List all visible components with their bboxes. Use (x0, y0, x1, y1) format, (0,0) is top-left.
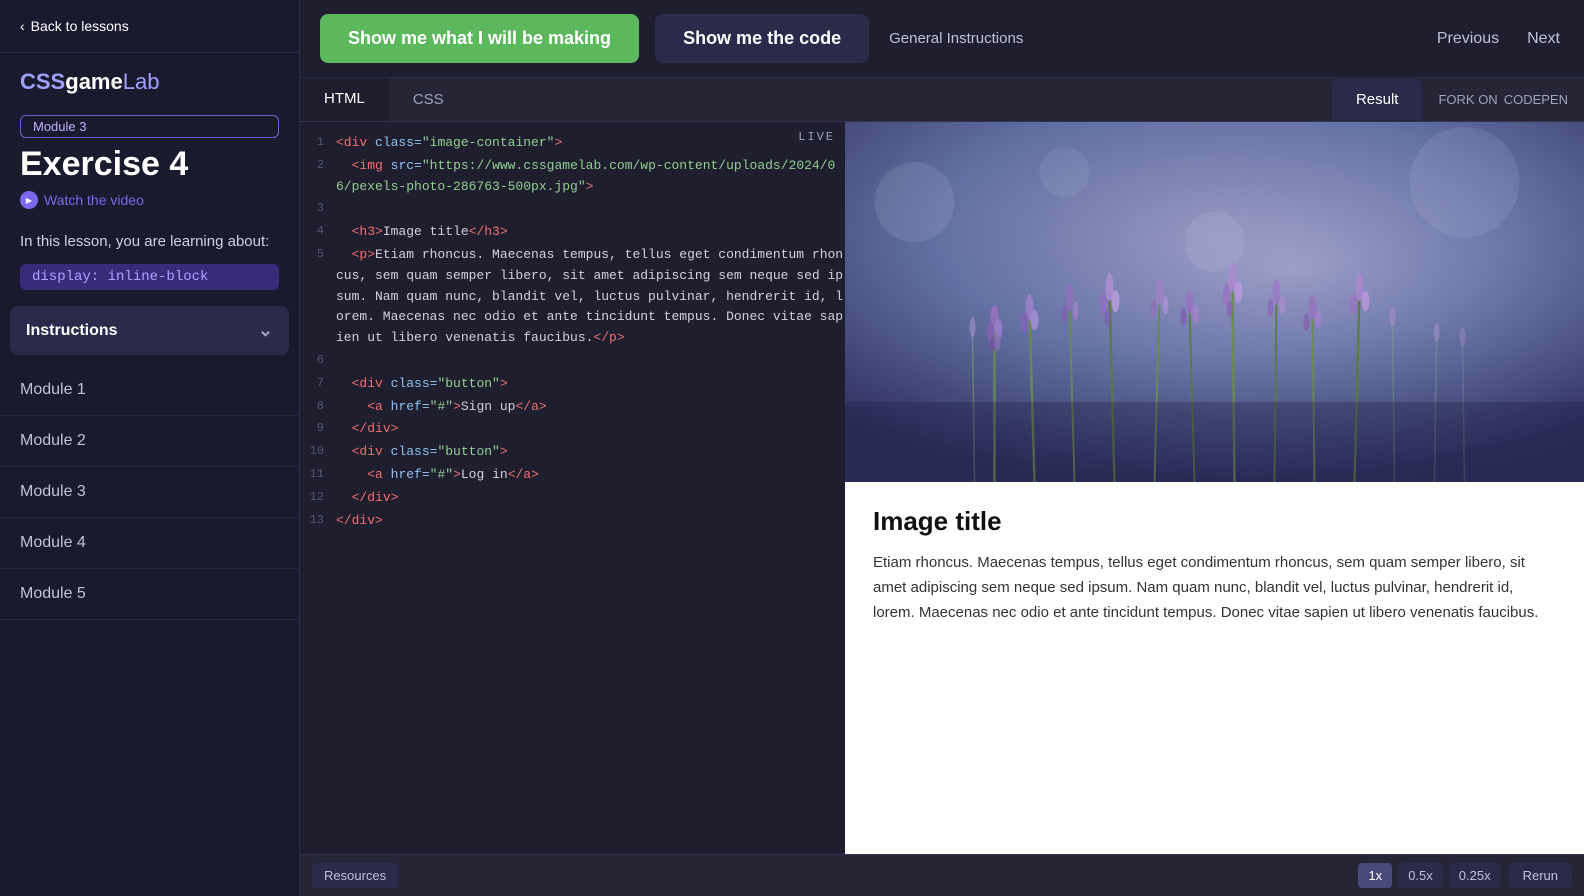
code-panel: LIVE 1 <div class="image-container"> 2 <… (300, 122, 845, 854)
main-content: Show me what I will be making Show me th… (300, 0, 1584, 896)
resources-button[interactable]: Resources (312, 863, 398, 888)
code-line-11: 11 <a href="#">Log in</a> (300, 464, 845, 487)
prev-next-nav: Previous Next (1433, 22, 1564, 56)
sidebar-item-module-2[interactable]: Module 2 (0, 416, 299, 467)
codepen-label: CODEPEN (1504, 92, 1568, 107)
code-line-6: 6 (300, 350, 845, 373)
logo-css: CSS (20, 69, 65, 94)
sidebar-item-module-4[interactable]: Module 4 (0, 518, 299, 569)
code-line-12: 12 </div> (300, 487, 845, 510)
bottom-bar: Resources 1x 0.5x 0.25x Rerun (300, 854, 1584, 896)
chevron-down-icon: ⌄ (258, 320, 273, 341)
panels-container: LIVE 1 <div class="image-container"> 2 <… (300, 122, 1584, 854)
zoom-05x-button[interactable]: 0.5x (1398, 863, 1443, 888)
zoom-025x-button[interactable]: 0.25x (1449, 863, 1501, 888)
code-line-9: 9 </div> (300, 418, 845, 441)
play-icon: ▶ (20, 191, 38, 209)
topic-badge: display: inline-block (20, 264, 279, 290)
preview-panel: Image title Etiam rhoncus. Maecenas temp… (845, 122, 1584, 854)
code-line-13: 13 </div> (300, 510, 845, 533)
general-instructions-button[interactable]: General Instructions (885, 22, 1027, 55)
tab-result[interactable]: Result (1332, 79, 1423, 120)
code-line-2: 2 <img src="https://www.cssgamelab.com/w… (300, 155, 845, 199)
preview-content: Image title Etiam rhoncus. Maecenas temp… (845, 482, 1584, 649)
preview-scroll: Image title Etiam rhoncus. Maecenas temp… (845, 122, 1584, 854)
sidebar-item-module-3[interactable]: Module 3 (0, 467, 299, 518)
code-line-8: 8 <a href="#">Sign up</a> (300, 396, 845, 419)
zoom-1x-button[interactable]: 1x (1358, 863, 1392, 888)
instructions-label: Instructions (26, 322, 118, 340)
next-button[interactable]: Next (1523, 22, 1564, 56)
back-to-lessons-link[interactable]: ‹ Back to lessons (0, 0, 299, 53)
tab-css[interactable]: CSS (389, 79, 468, 120)
watch-video-label: Watch the video (44, 192, 144, 208)
rerun-button[interactable]: Rerun (1509, 863, 1572, 888)
preview-title: Image title (873, 506, 1556, 537)
zoom-controls: 1x 0.5x 0.25x (1358, 863, 1500, 888)
code-line-10: 10 <div class="button"> (300, 441, 845, 464)
lavender-svg (845, 122, 1584, 482)
show-code-button[interactable]: Show me the code (655, 14, 869, 63)
code-line-3: 3 (300, 198, 845, 221)
preview-body: Etiam rhoncus. Maecenas tempus, tellus e… (873, 551, 1556, 625)
previous-button[interactable]: Previous (1433, 22, 1503, 56)
exercise-title: Exercise 4 (0, 146, 299, 191)
logo: CSSgameLab (20, 69, 279, 95)
fork-codepen[interactable]: FORK ON CODEPEN (1422, 92, 1584, 107)
sidebar-item-module-1[interactable]: Module 1 (0, 365, 299, 416)
module-list: Module 1 Module 2 Module 3 Module 4 Modu… (0, 355, 299, 896)
logo-area: CSSgameLab (0, 53, 299, 105)
code-line-1: 1 <div class="image-container"> (300, 132, 845, 155)
code-line-7: 7 <div class="button"> (300, 373, 845, 396)
back-label: Back to lessons (31, 18, 129, 34)
sidebar: ‹ Back to lessons CSSgameLab Module 3 Ex… (0, 0, 300, 896)
learning-intro: In this lesson, you are learning about: (0, 221, 299, 264)
show-preview-button[interactable]: Show me what I will be making (320, 14, 639, 63)
code-line-5: 5 <p>Etiam rhoncus. Maecenas tempus, tel… (300, 244, 845, 350)
logo-game: game (65, 69, 122, 94)
fork-label: FORK ON (1438, 92, 1497, 107)
tab-html[interactable]: HTML (300, 78, 389, 121)
top-nav: Show me what I will be making Show me th… (300, 0, 1584, 78)
code-line-4: 4 <h3>Image title</h3> (300, 221, 845, 244)
code-tabs-bar: HTML CSS Result FORK ON CODEPEN (300, 78, 1584, 122)
module-badge: Module 3 (20, 115, 279, 138)
back-arrow-icon: ‹ (20, 18, 25, 34)
preview-image (845, 122, 1584, 482)
sidebar-item-module-5[interactable]: Module 5 (0, 569, 299, 620)
watch-video-link[interactable]: ▶ Watch the video (0, 191, 299, 221)
instructions-toggle[interactable]: Instructions ⌄ (10, 306, 289, 355)
logo-lab: Lab (123, 69, 160, 94)
live-badge: LIVE (798, 130, 835, 144)
